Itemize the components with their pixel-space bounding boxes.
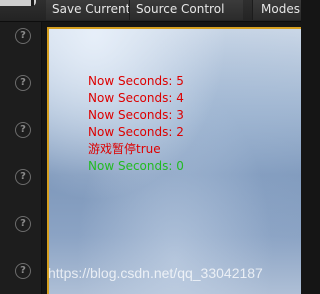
log-line-paused: 游戏暂停true [88,142,161,156]
log-line: Now Seconds: 0 [88,159,184,173]
log-line: Now Seconds: 4 [88,91,184,105]
left-sidebar: ? ? ? ? ? ? [0,22,42,294]
watermark-url: https://blog.csdn.net/qq_33042187 [48,265,263,281]
help-icon[interactable]: ? [15,169,31,185]
log-line: Now Seconds: 2 [88,125,184,139]
help-icon[interactable]: ? [15,263,31,279]
help-icon[interactable]: ? [15,75,31,91]
help-icon[interactable]: ? [15,122,31,138]
tab-divider [31,0,34,6]
help-icon[interactable]: ? [15,216,31,232]
top-toolbar: Save Current Source Control Modes [0,0,301,22]
log-line: Now Seconds: 3 [88,108,184,122]
help-icon[interactable]: ? [15,28,31,44]
log-line: Now Seconds: 5 [88,74,184,88]
source-control-button[interactable]: Source Control [129,0,243,20]
save-current-button[interactable]: Save Current [46,0,130,20]
modes-button[interactable]: Modes [252,0,301,20]
